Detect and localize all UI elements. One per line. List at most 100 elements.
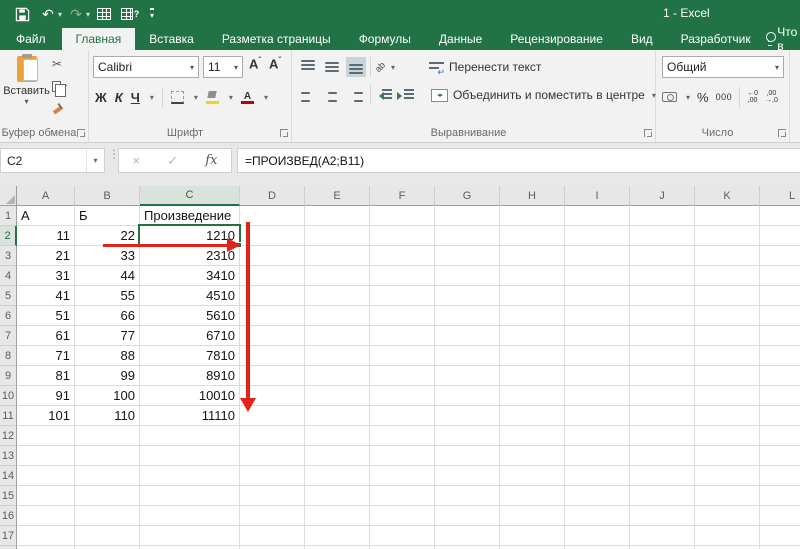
cell-B2[interactable]: 22 <box>75 226 140 246</box>
formula-bar-drag-handle[interactable]: ⋮ <box>108 151 114 157</box>
font-color-icon[interactable]: А <box>241 91 254 104</box>
cancel-icon[interactable]: × <box>133 153 141 168</box>
cell-H15[interactable] <box>500 486 565 506</box>
borders-dropdown-icon[interactable]: ▾ <box>194 93 198 102</box>
enter-icon[interactable]: ✓ <box>167 153 178 169</box>
cell-J5[interactable] <box>630 286 695 306</box>
cell-L2[interactable] <box>760 226 800 246</box>
row-header-13[interactable]: 13 <box>0 446 17 466</box>
cell-L9[interactable] <box>760 366 800 386</box>
cell-F1[interactable] <box>370 206 435 226</box>
cell-I17[interactable] <box>565 526 630 546</box>
cell-H10[interactable] <box>500 386 565 406</box>
cell-F3[interactable] <box>370 246 435 266</box>
tell-me-box[interactable]: Что в <box>765 28 800 50</box>
cell-I5[interactable] <box>565 286 630 306</box>
column-header-H[interactable]: H <box>500 186 565 206</box>
cell-D13[interactable] <box>240 446 305 466</box>
cell-I13[interactable] <box>565 446 630 466</box>
decrease-font-size-button[interactable]: Aˇ <box>269 56 281 71</box>
cell-A8[interactable]: 71 <box>17 346 75 366</box>
column-header-G[interactable]: G <box>435 186 500 206</box>
cell-H14[interactable] <box>500 466 565 486</box>
cell-L5[interactable] <box>760 286 800 306</box>
row-header-2[interactable]: 2 <box>0 226 17 246</box>
cell-B15[interactable] <box>75 486 140 506</box>
cell-F10[interactable] <box>370 386 435 406</box>
cell-H12[interactable] <box>500 426 565 446</box>
cell-B11[interactable]: 110 <box>75 406 140 426</box>
row-header-12[interactable]: 12 <box>0 426 17 446</box>
cell-A4[interactable]: 31 <box>17 266 75 286</box>
format-painter-button[interactable] <box>52 100 67 116</box>
decrease-decimal-button[interactable]: ,00→,0 <box>765 90 778 104</box>
row-header-5[interactable]: 5 <box>0 286 17 306</box>
cell-B3[interactable]: 33 <box>75 246 140 266</box>
tab-главная[interactable]: Главная <box>62 28 136 50</box>
column-header-L[interactable]: L <box>760 186 800 206</box>
cell-C7[interactable]: 6710 <box>140 326 240 346</box>
font-size-combobox[interactable]: 11 ▾ <box>203 56 243 78</box>
cell-B4[interactable]: 44 <box>75 266 140 286</box>
undo-dropdown-icon[interactable]: ▾ <box>58 10 62 19</box>
cell-F13[interactable] <box>370 446 435 466</box>
cell-E3[interactable] <box>305 246 370 266</box>
select-all-corner[interactable] <box>0 186 17 206</box>
cell-C6[interactable]: 5610 <box>140 306 240 326</box>
cell-B14[interactable] <box>75 466 140 486</box>
orientation-dropdown-icon[interactable]: ▾ <box>391 63 395 72</box>
cell-E8[interactable] <box>305 346 370 366</box>
cell-H16[interactable] <box>500 506 565 526</box>
cell-C12[interactable] <box>140 426 240 446</box>
cell-L17[interactable] <box>760 526 800 546</box>
cell-J16[interactable] <box>630 506 695 526</box>
cell-L12[interactable] <box>760 426 800 446</box>
tab-файл[interactable]: Файл <box>0 28 62 50</box>
tab-разработчик[interactable]: Разработчик <box>667 28 765 50</box>
align-center-button[interactable] <box>322 85 342 105</box>
tab-вид[interactable]: Вид <box>617 28 667 50</box>
cell-C4[interactable]: 3410 <box>140 266 240 286</box>
accounting-format-icon[interactable] <box>662 92 677 102</box>
column-header-F[interactable]: F <box>370 186 435 206</box>
column-header-C[interactable]: C <box>140 186 240 206</box>
cell-H2[interactable] <box>500 226 565 246</box>
cell-J13[interactable] <box>630 446 695 466</box>
cell-H9[interactable] <box>500 366 565 386</box>
cell-A12[interactable] <box>17 426 75 446</box>
cell-G12[interactable] <box>435 426 500 446</box>
cell-K17[interactable] <box>695 526 760 546</box>
cell-G13[interactable] <box>435 446 500 466</box>
comma-style-button[interactable]: 000 <box>716 92 733 102</box>
cell-B6[interactable]: 66 <box>75 306 140 326</box>
cell-A15[interactable] <box>17 486 75 506</box>
cell-E7[interactable] <box>305 326 370 346</box>
cell-F8[interactable] <box>370 346 435 366</box>
italic-button[interactable]: К <box>115 90 123 105</box>
cell-J8[interactable] <box>630 346 695 366</box>
cell-J1[interactable] <box>630 206 695 226</box>
cell-I12[interactable] <box>565 426 630 446</box>
cell-C2[interactable]: 1210 <box>140 226 240 246</box>
cell-I14[interactable] <box>565 466 630 486</box>
cell-B5[interactable]: 55 <box>75 286 140 306</box>
undo-icon[interactable]: ↶ <box>36 3 60 25</box>
tab-формулы[interactable]: Формулы <box>345 28 425 50</box>
cell-J2[interactable] <box>630 226 695 246</box>
cell-H13[interactable] <box>500 446 565 466</box>
underline-button[interactable]: Ч <box>131 90 140 105</box>
cell-A10[interactable]: 91 <box>17 386 75 406</box>
cell-J14[interactable] <box>630 466 695 486</box>
wrap-text-button[interactable]: Перенести текст <box>429 60 541 74</box>
cell-L10[interactable] <box>760 386 800 406</box>
cell-L4[interactable] <box>760 266 800 286</box>
cell-A14[interactable] <box>17 466 75 486</box>
cell-J12[interactable] <box>630 426 695 446</box>
cell-H11[interactable] <box>500 406 565 426</box>
cell-A9[interactable]: 81 <box>17 366 75 386</box>
row-header-3[interactable]: 3 <box>0 246 17 266</box>
cell-C11[interactable]: 11110 <box>140 406 240 426</box>
cell-F6[interactable] <box>370 306 435 326</box>
font-dialog-launcher[interactable] <box>280 129 288 137</box>
cut-button[interactable]: ✂ <box>52 56 67 72</box>
